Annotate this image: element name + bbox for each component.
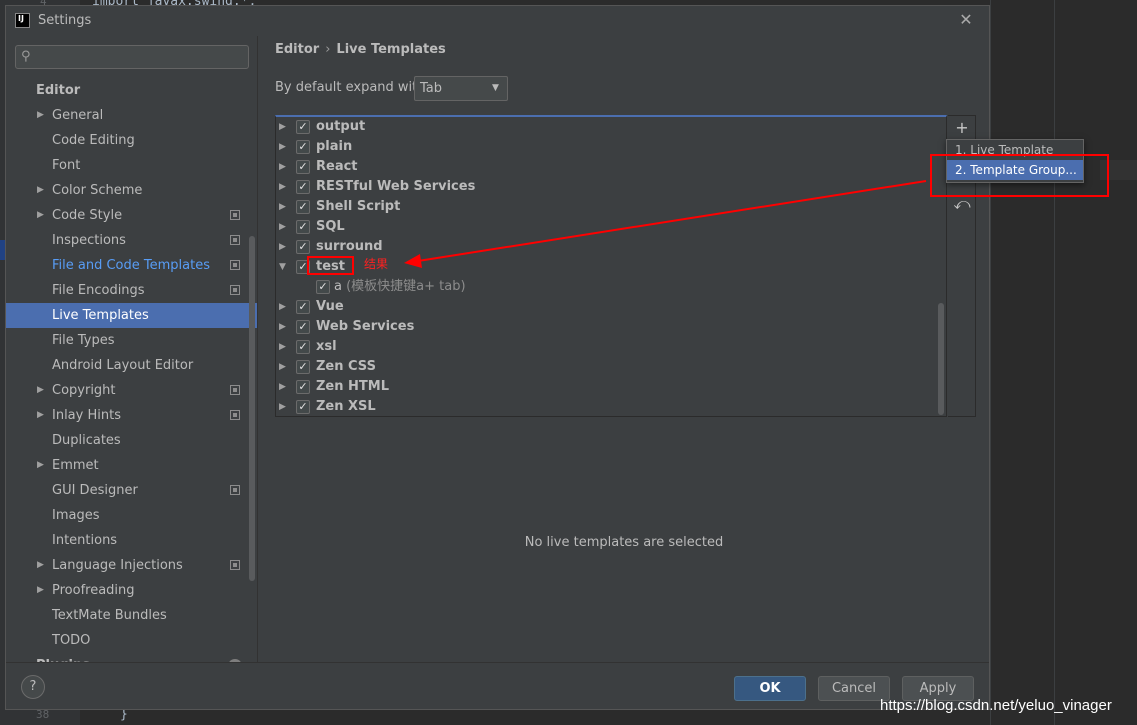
watermark: https://blog.csdn.net/yeluo_vinager — [880, 697, 1112, 714]
annotation-arrow — [404, 180, 927, 268]
